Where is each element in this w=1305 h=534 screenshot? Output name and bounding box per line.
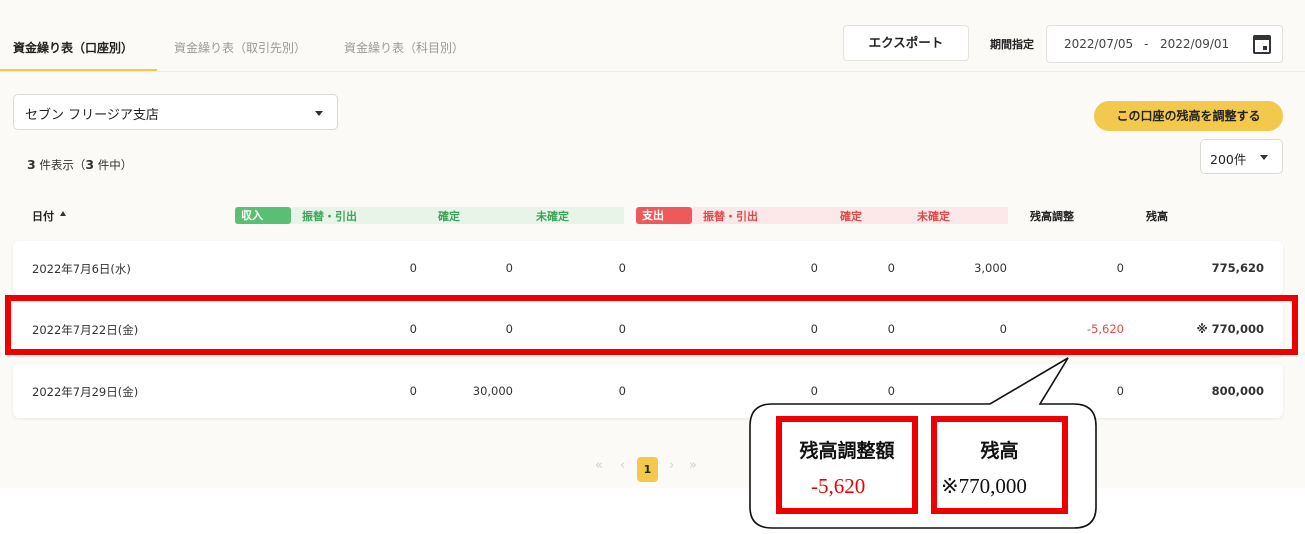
callout-adjustment-box: 残高調整額 -5,620	[776, 416, 918, 514]
callout-adjustment-title: 残高調整額	[799, 440, 895, 462]
callout-balance-value: ※770,000	[941, 474, 1027, 498]
callout-balance-title: 残高	[980, 440, 1019, 462]
callout-bubble	[749, 357, 1097, 529]
callout-adjustment-value: -5,620	[811, 474, 866, 498]
callout-balance-box: 残高 ※770,000	[931, 416, 1068, 514]
